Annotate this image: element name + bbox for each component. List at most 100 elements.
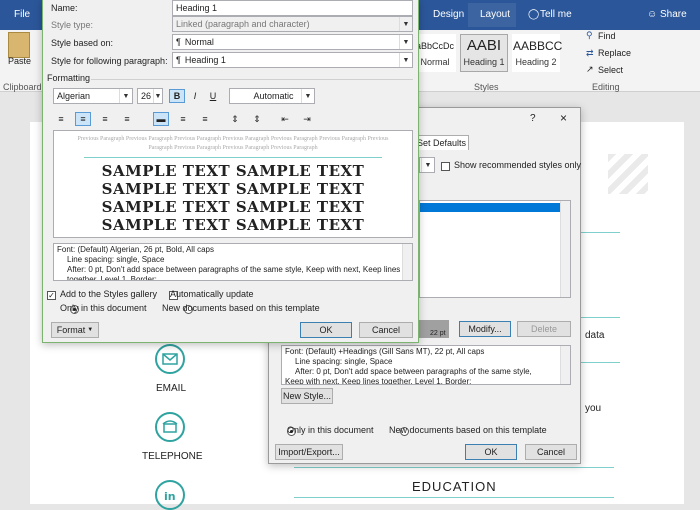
align-left-icon[interactable]: ≡: [53, 112, 69, 126]
description-line: Line spacing: single, Space: [295, 357, 393, 366]
new-documents-label: New documents based on this template: [162, 303, 320, 313]
import-export-button[interactable]: Import/Export...: [275, 444, 343, 460]
select-icon: ↗: [586, 64, 594, 74]
divider: [294, 467, 614, 468]
divider: [91, 79, 413, 80]
select-button[interactable]: Select: [598, 65, 623, 75]
style-sample: aBbCcDc: [415, 41, 454, 51]
paste-icon[interactable]: [8, 32, 30, 58]
help-button[interactable]: ?: [530, 113, 536, 124]
tab-file[interactable]: File: [14, 9, 30, 20]
lightbulb-icon: ◯: [528, 9, 540, 20]
double-spacing-icon[interactable]: ≡: [197, 112, 213, 126]
share-button[interactable]: Share: [660, 9, 687, 20]
email-icon: [155, 344, 185, 374]
scrollbar[interactable]: [402, 244, 412, 280]
underline-button[interactable]: U: [205, 89, 221, 103]
style-normal[interactable]: aBbCcDc Normal: [414, 34, 456, 72]
one-half-spacing-icon[interactable]: ≡: [175, 112, 191, 126]
scrollbar[interactable]: [560, 346, 570, 384]
font-dropdown[interactable]: Algerian ▼: [53, 88, 133, 104]
tell-me-input[interactable]: Tell me: [540, 9, 572, 20]
format-label: Format: [56, 325, 86, 335]
chevron-down-icon: ▼: [87, 327, 94, 333]
style-sample: AABI: [466, 37, 502, 54]
decrease-indent-icon[interactable]: ⇤: [277, 112, 293, 126]
styles-list[interactable]: [419, 200, 571, 298]
person-icon: ☺: [647, 9, 658, 20]
editing-group-label: Editing: [592, 82, 620, 92]
style-sample: AABBCC: [513, 39, 563, 53]
sample-line: SAMPLE TEXT SAMPLE TEXT: [101, 198, 365, 216]
cancel-button[interactable]: Cancel: [359, 322, 413, 338]
based-on-dropdown[interactable]: ¶ Normal ▼: [172, 34, 413, 50]
increase-spacing-icon[interactable]: ⇕: [227, 112, 243, 126]
description-line: Line spacing: single, Space: [67, 255, 165, 264]
chevron-down-icon: ▼: [119, 89, 132, 103]
clipboard-group-label: Clipboard: [3, 82, 42, 92]
delete-button[interactable]: Delete: [517, 321, 571, 337]
cancel-button[interactable]: Cancel: [525, 444, 577, 460]
style-heading-1[interactable]: AABI Heading 1: [460, 34, 508, 72]
modify-style-dialog: Name: Heading 1 Style type: Linked (para…: [42, 0, 419, 343]
decorative-stripes: [608, 154, 648, 194]
close-icon[interactable]: ×: [560, 111, 567, 125]
body-text: data: [585, 330, 605, 341]
preview-size: 22 pt: [430, 330, 446, 337]
show-recommended-checkbox[interactable]: [441, 162, 450, 172]
align-center-icon[interactable]: ≡: [75, 112, 91, 126]
increase-indent-icon[interactable]: ⇥: [299, 112, 315, 126]
scrollbar[interactable]: [560, 201, 570, 297]
new-style-button[interactable]: New Style...: [281, 388, 333, 404]
style-heading-2[interactable]: AABBCC Heading 2: [512, 34, 563, 72]
style-type-label: Style type:: [51, 20, 94, 30]
tab-design[interactable]: Design: [433, 9, 464, 20]
name-label: Name:: [51, 3, 78, 13]
justify-icon[interactable]: ≡: [119, 112, 135, 126]
paste-button[interactable]: Paste: [8, 56, 31, 66]
body-text: you: [585, 403, 602, 414]
align-right-icon[interactable]: ≡: [97, 112, 113, 126]
tab-label: Set Defaults: [417, 138, 467, 148]
description-line: Font: (Default) +Headings (Gill Sans MT)…: [285, 347, 485, 356]
modify-button[interactable]: Modify...: [459, 321, 511, 337]
find-button[interactable]: Find: [598, 31, 616, 41]
italic-button[interactable]: I: [187, 89, 203, 103]
selected-style-row[interactable]: [420, 203, 560, 212]
add-gallery-label: Add to the Styles gallery: [60, 289, 158, 299]
single-spacing-icon[interactable]: ▬: [153, 112, 169, 126]
add-gallery-checkbox[interactable]: ✓: [47, 291, 56, 301]
sample-text-block: SAMPLE TEXT SAMPLE TEXT SAMPLE TEXT SAMP…: [54, 158, 412, 234]
style-type-dropdown[interactable]: Linked (paragraph and character) ▼: [172, 16, 413, 32]
sort-dropdown[interactable]: ▼: [419, 157, 435, 173]
linkedin-icon: in: [155, 480, 185, 510]
based-on-value: Normal: [184, 37, 214, 47]
size-dropdown[interactable]: 26 ▼: [137, 88, 163, 104]
following-value: Heading 1: [184, 55, 226, 65]
chevron-down-icon: ▼: [153, 89, 162, 103]
sample-line: SAMPLE TEXT SAMPLE TEXT: [101, 216, 365, 234]
format-button[interactable]: Format ▼: [51, 322, 99, 338]
based-on-label: Style based on:: [51, 38, 114, 48]
description-line: Font: (Default) Algerian, 26 pt, Bold, A…: [57, 245, 214, 254]
font-color-dropdown[interactable]: Automatic ▼: [229, 88, 315, 104]
styles-group-label: Styles: [474, 82, 499, 92]
following-dropdown[interactable]: ¶ Heading 1 ▼: [172, 52, 413, 68]
svg-text:in: in: [164, 490, 176, 503]
ok-button[interactable]: OK: [300, 322, 352, 338]
chevron-down-icon: ▼: [399, 35, 412, 49]
bold-button[interactable]: B: [169, 89, 185, 103]
chevron-down-icon: ▼: [399, 17, 412, 31]
style-name: Normal: [420, 57, 450, 67]
email-label: EMAIL: [156, 383, 187, 394]
style-description: Font: (Default) Algerian, 26 pt, Bold, A…: [53, 243, 413, 281]
replace-button[interactable]: Replace: [598, 48, 631, 58]
divider: [294, 497, 614, 498]
chevron-down-icon: ▼: [301, 89, 314, 103]
chevron-down-icon: ▼: [421, 158, 434, 172]
tab-layout[interactable]: Layout: [480, 9, 510, 20]
decrease-spacing-icon[interactable]: ⇕: [249, 112, 265, 126]
ok-button[interactable]: OK: [465, 444, 517, 460]
telephone-label: TELEPHONE: [142, 451, 203, 462]
name-field[interactable]: Heading 1: [172, 0, 413, 16]
